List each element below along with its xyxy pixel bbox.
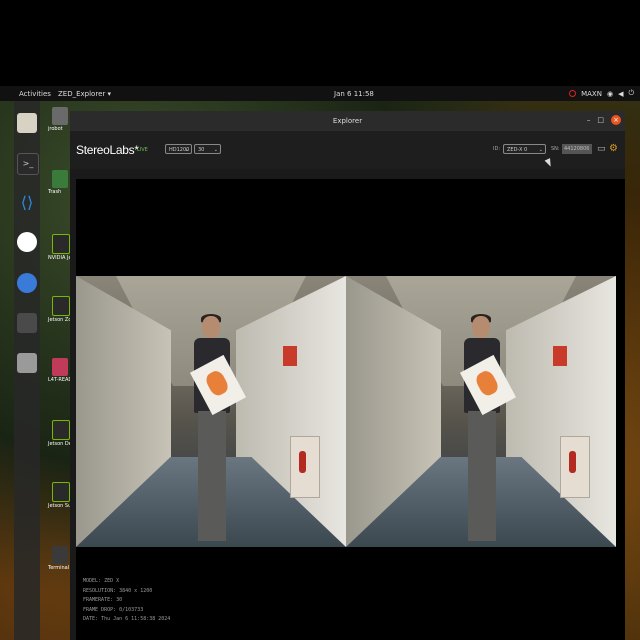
nvidia-icon	[52, 420, 70, 440]
system-top-bar: Activities ZED_Explorer ▾ Jan 6 11:58 MA…	[0, 86, 640, 101]
explorer-window: Explorer – □ × StereoLabs* LIVE HD1200 ⌄…	[70, 111, 625, 640]
desktop-icon-jetson-developer[interactable]: Jetson Developer Z	[48, 420, 96, 447]
network-icon[interactable]: ◉	[607, 90, 613, 98]
minimize-button[interactable]: –	[587, 116, 591, 124]
nvidia-icon[interactable]	[569, 90, 577, 97]
resolution-select[interactable]: HD1200 ⌄	[165, 144, 192, 154]
info-resolution: RESOLUTION: 3840 x 1200	[83, 587, 153, 594]
info-model: MODEL: ZED X	[83, 578, 120, 584]
obs-icon[interactable]	[17, 232, 37, 252]
vscode-icon[interactable]: ⟨⟩	[17, 193, 37, 213]
gear-icon[interactable]: ⚙	[609, 143, 618, 154]
folder-icon	[52, 358, 68, 376]
app-menu[interactable]: ZED_Explorer ▾	[58, 90, 111, 98]
desktop-icon-label: Trash	[48, 189, 62, 195]
power-icon[interactable]: ⏻	[628, 89, 634, 98]
clock[interactable]: Jan 6 11:58	[334, 90, 374, 98]
left-camera-image	[76, 276, 346, 547]
trash-icon	[52, 170, 68, 188]
brand-logo: StereoLabs*	[76, 143, 139, 157]
close-button[interactable]: ×	[611, 115, 621, 125]
desktop-icon-label: NVIDIA Jetson Community	[48, 255, 113, 261]
camera-id-select[interactable]: ZED-X 0 ⌄	[503, 144, 546, 154]
desktop-icon-trash[interactable]: Trash	[48, 170, 72, 195]
chevron-down-icon: ⌄	[184, 147, 189, 153]
desktop-icon-label: Jetson Zoo	[48, 317, 75, 323]
system-tray[interactable]: MAXN ◉ ◀ ⏻	[569, 89, 634, 98]
camera-id-value: ZED-X 0	[507, 147, 528, 153]
files-icon[interactable]	[17, 113, 37, 133]
desktop-icon-jetson-community[interactable]: NVIDIA Jetson Community	[48, 234, 113, 261]
folder-icon	[52, 107, 68, 125]
desktop-icon-label: Jetson Developer Z	[48, 441, 96, 447]
nvidia-icon	[52, 234, 70, 254]
camera-viewport: MODEL: ZED X RESOLUTION: 3840 x 1200 FRA…	[76, 179, 625, 640]
window-titlebar[interactable]: Explorer – □ ×	[70, 111, 625, 131]
dock: >_ ⟨⟩	[14, 101, 40, 640]
info-date: DATE: Thu Jan 6 11:58:38 2024	[83, 616, 171, 622]
desktop-icon-l4t-readme[interactable]: L4T-README	[48, 358, 80, 383]
id-label: ID:	[493, 146, 501, 152]
desktop-icon-label: Jetson Support Forums	[48, 503, 105, 509]
desktop-icon-terminal[interactable]: Terminal	[48, 546, 72, 571]
desktop-icon-label: L4T-README	[48, 377, 80, 383]
desktop-icon-home[interactable]: jrobot	[48, 107, 72, 132]
app-icon[interactable]	[17, 313, 37, 333]
terminal-icon[interactable]: >_	[17, 153, 39, 175]
desktop-icon-label: jrobot	[48, 126, 63, 132]
disk-icon[interactable]	[17, 353, 37, 373]
activities-button[interactable]: Activities	[19, 90, 51, 98]
window-title: Explorer	[332, 117, 363, 125]
right-camera-image	[346, 276, 616, 547]
terminal-icon	[52, 546, 68, 564]
fps-select[interactable]: 30 ⌄	[194, 144, 221, 154]
serial-number-field: 44120806	[562, 144, 592, 154]
camera-info-panel: MODEL: ZED X RESOLUTION: 3840 x 1200 FRA…	[83, 577, 170, 625]
chromium-icon[interactable]	[17, 273, 37, 293]
sn-label: SN:	[551, 146, 560, 152]
fps-value: 30	[198, 147, 205, 153]
chevron-down-icon: ⌄	[538, 147, 543, 153]
power-mode-label[interactable]: MAXN	[581, 90, 602, 98]
volume-icon[interactable]: ◀	[618, 90, 623, 98]
desktop-icon-label: Terminal	[48, 565, 70, 571]
desktop-icon-jetson-forums[interactable]: Jetson Support Forums	[48, 482, 105, 509]
nvidia-icon	[52, 296, 70, 316]
maximize-button[interactable]: □	[597, 116, 604, 124]
live-status: LIVE	[137, 147, 148, 153]
chevron-down-icon: ⌄	[213, 147, 218, 153]
record-icon[interactable]: ▭	[597, 144, 606, 154]
explorer-toolbar: StereoLabs* LIVE HD1200 ⌄ 30 ⌄ ID: ZED-X…	[70, 131, 625, 169]
stereo-image-view	[76, 276, 617, 547]
nvidia-icon	[52, 482, 70, 502]
window-controls: – □ ×	[587, 115, 621, 125]
info-framerate: FRAMERATE: 30	[83, 597, 123, 603]
info-frame-drop: FRAME DROP: 0/103733	[83, 606, 144, 613]
desktop-icon-jetson-zoo[interactable]: Jetson Zoo	[48, 296, 75, 323]
